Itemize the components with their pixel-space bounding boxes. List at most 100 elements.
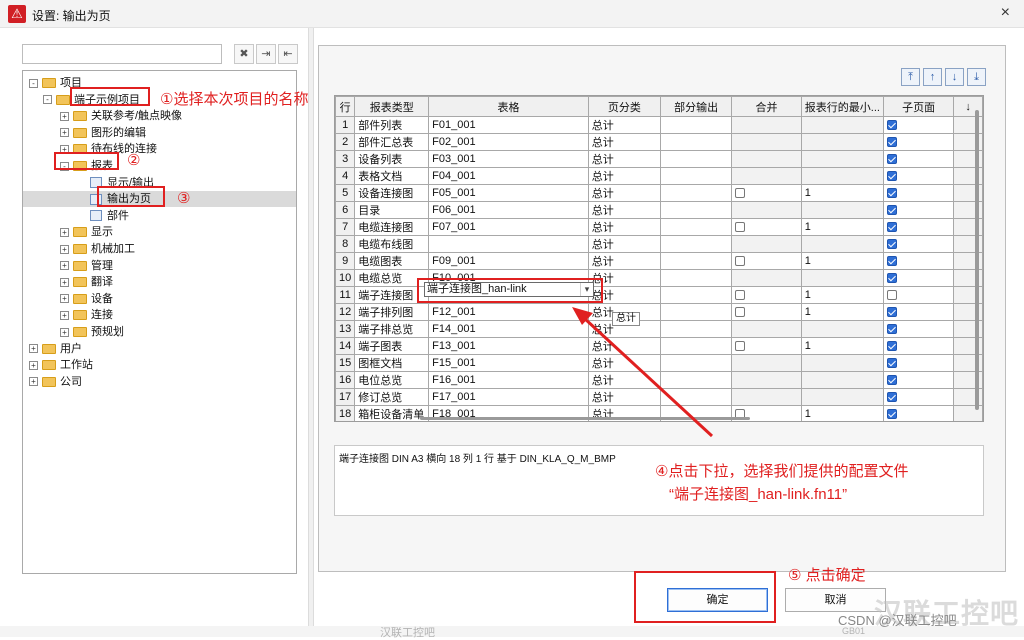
merge-cell[interactable] [731,218,802,236]
partial-output-cell[interactable] [659,116,733,134]
report-type-cell[interactable]: 目录 [354,201,430,219]
subpage-cell[interactable] [882,303,955,321]
partial-output-cell[interactable] [659,167,733,185]
checkbox[interactable] [886,409,897,420]
column-header[interactable]: 合并 [731,96,802,117]
form-cell[interactable]: F06_001 [428,201,589,219]
merge-cell[interactable] [731,252,802,270]
table-row[interactable]: 5 设备连接图 F05_001 总计 1 [335,184,983,202]
column-header[interactable]: 报表行的最小... [800,96,884,117]
expand-icon[interactable]: + [60,128,69,138]
report-type-cell[interactable]: 端子排列图 [354,303,430,321]
merge-cell[interactable] [731,388,802,406]
min-rows-cell[interactable]: 1 [800,218,884,236]
tree-item[interactable]: + 翻译 [23,274,296,290]
merge-cell[interactable] [731,116,802,134]
page-class-cell[interactable]: 总计 [587,201,662,219]
report-type-cell[interactable]: 电缆连接图 [354,218,430,236]
page-class-cell[interactable]: 总计 [587,133,662,151]
table-row[interactable]: 13 端子排总览 F14_001 总计 [335,320,983,338]
report-type-cell[interactable]: 部件汇总表 [354,133,430,151]
subpage-cell[interactable] [882,269,955,287]
merge-cell[interactable] [731,337,802,355]
checkbox[interactable] [735,256,746,267]
checkbox[interactable] [886,137,897,148]
expand-icon[interactable]: + [29,360,38,370]
min-rows-cell[interactable] [800,235,884,253]
min-rows-cell[interactable] [800,133,884,151]
column-header[interactable]: 子页面 [882,96,955,117]
page-class-cell[interactable]: 总计 [587,116,662,134]
table-row[interactable]: 6 目录 F06_001 总计 [335,201,983,219]
column-header[interactable]: 表格 [428,96,589,117]
table-row[interactable]: 3 设备列表 F03_001 总计 [335,150,983,168]
report-type-cell[interactable]: 电位总览 [354,371,430,389]
tree-filter-input[interactable] [22,44,222,64]
tree-item[interactable]: 部件 [23,208,296,224]
merge-cell[interactable] [731,201,802,219]
checkbox[interactable] [886,273,897,284]
page-class-cell[interactable]: 总计 [587,167,662,185]
expand-icon[interactable]: + [60,310,69,320]
checkbox[interactable] [886,120,897,131]
merge-cell[interactable] [731,371,802,389]
partial-output-cell[interactable] [659,252,733,270]
tree-item[interactable]: + 设备 [23,291,296,307]
min-rows-cell[interactable] [800,371,884,389]
report-type-cell[interactable]: 设备列表 [354,150,430,168]
subpage-cell[interactable] [882,320,955,338]
partial-output-cell[interactable] [659,320,733,338]
column-header[interactable]: 页分类 [587,96,662,117]
checkbox[interactable] [886,239,897,250]
page-class-cell[interactable]: 总计 [587,235,662,253]
tree-item[interactable]: + 管理 [23,258,296,274]
page-class-cell[interactable]: 总计 [587,388,662,406]
tree-item[interactable]: + 显示 [23,224,296,240]
checkbox[interactable] [886,290,897,301]
expand-icon[interactable]: + [29,344,38,354]
column-header[interactable]: 报表类型 [354,96,430,117]
report-type-cell[interactable]: 端子排总览 [354,320,430,338]
import-icon[interactable]: ⇤ [278,44,298,64]
report-type-cell[interactable]: 修订总览 [354,388,430,406]
partial-output-cell[interactable] [659,371,733,389]
merge-cell[interactable] [731,235,802,253]
partial-output-cell[interactable] [659,133,733,151]
merge-cell[interactable] [731,150,802,168]
expand-icon[interactable]: + [60,294,69,304]
form-cell[interactable]: F13_001 [428,337,589,355]
table-row[interactable]: 15 图框文档 F15_001 总计 [335,354,983,372]
subpage-cell[interactable] [882,337,955,355]
checkbox[interactable] [735,188,746,199]
subpage-cell[interactable] [882,405,955,421]
checkbox[interactable] [735,222,746,233]
tree-item[interactable]: + 机械加工 [23,241,296,257]
page-class-cell[interactable]: 总计 [587,218,662,236]
report-type-cell[interactable]: 电缆布线图 [354,235,430,253]
subpage-cell[interactable] [882,150,955,168]
subpage-cell[interactable] [882,201,955,219]
min-rows-cell[interactable]: 1 [800,286,884,304]
min-rows-cell[interactable]: 1 [800,184,884,202]
subpage-cell[interactable] [882,116,955,134]
page-class-cell[interactable]: 总计 [587,371,662,389]
report-type-cell[interactable]: 设备连接图 [354,184,430,202]
subpage-cell[interactable] [882,354,955,372]
checkbox[interactable] [735,290,746,301]
table-row[interactable]: 14 端子图表 F13_001 总计 1 [335,337,983,355]
table-row[interactable]: 12 端子排列图 F12_001 总计 1 [335,303,983,321]
partial-output-cell[interactable] [659,201,733,219]
tree-item[interactable]: + 图形的编辑 [23,125,296,141]
checkbox[interactable] [886,358,897,369]
subpage-cell[interactable] [882,286,955,304]
form-cell[interactable]: F01_001 [428,116,589,134]
table-vertical-scrollbar[interactable] [975,110,979,410]
form-cell[interactable]: F04_001 [428,167,589,185]
merge-cell[interactable] [731,184,802,202]
tree-item[interactable]: + 公司 [23,374,296,390]
partial-output-cell[interactable] [659,218,733,236]
delete-icon[interactable]: ✖ [234,44,254,64]
report-type-cell[interactable]: 部件列表 [354,116,430,134]
table-row[interactable]: 9 电缆图表 F09_001 总计 1 [335,252,983,270]
report-type-cell[interactable]: 端子图表 [354,337,430,355]
